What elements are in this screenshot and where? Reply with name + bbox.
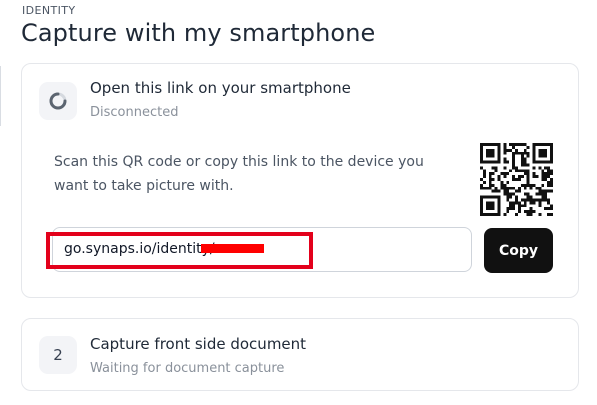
copy-link-button[interactable]: Copy (484, 228, 553, 273)
step-card-open-link: Open this link on your smartphone Discon… (21, 63, 579, 298)
step-badge: 2 (39, 336, 77, 374)
step-number: 2 (53, 346, 63, 364)
document-status: Waiting for document capture (90, 361, 285, 376)
smartphone-link-field[interactable]: go.synaps.io/identity/ (52, 227, 472, 272)
step-title: Capture front side document (90, 335, 307, 353)
smartphone-link-text[interactable]: go.synaps.io/identity/ (64, 241, 215, 257)
qr-code-icon (480, 143, 553, 216)
section-eyebrow: IDENTITY (22, 4, 76, 17)
step-card-front-document: 2 Capture front side document Waiting fo… (21, 318, 579, 391)
connection-status: Disconnected (90, 105, 179, 120)
loading-spinner-icon (49, 92, 67, 110)
redaction-bar (201, 244, 264, 253)
page-title: Capture with my smartphone (21, 19, 376, 47)
left-divider (0, 66, 1, 126)
step-badge (39, 82, 77, 120)
step-title: Open this link on your smartphone (90, 79, 351, 97)
qr-instructions: Scan this QR code or copy this link to t… (54, 154, 424, 194)
